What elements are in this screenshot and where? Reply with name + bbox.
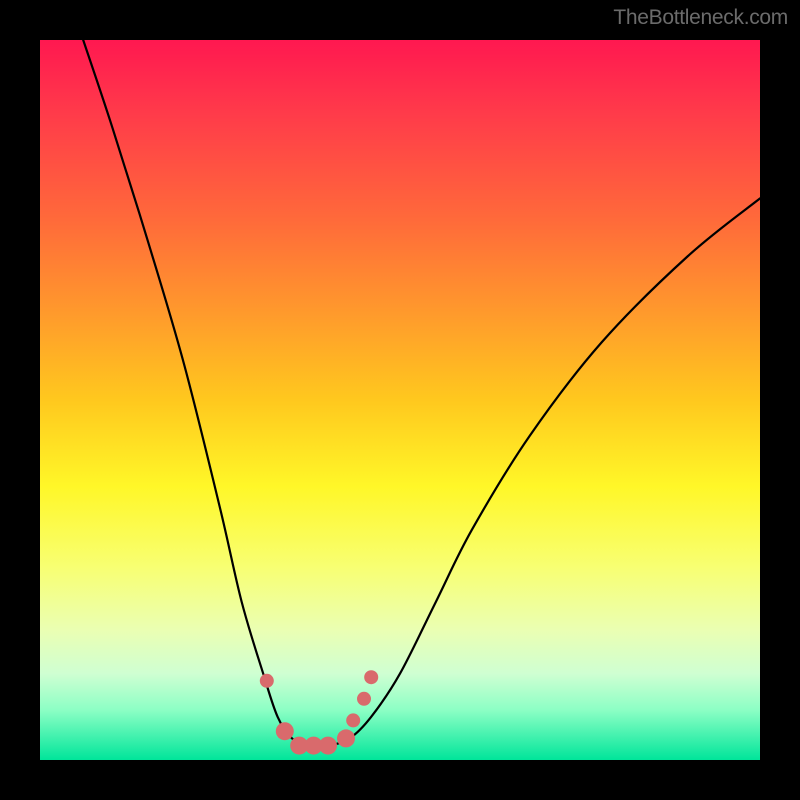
highlight-marker (364, 670, 378, 684)
chart-frame: TheBottleneck.com (0, 0, 800, 800)
bottleneck-curve (83, 40, 760, 747)
chart-plot-layer (40, 40, 760, 760)
highlight-marker (260, 674, 274, 688)
watermark-text: TheBottleneck.com (613, 6, 788, 30)
highlight-marker (337, 729, 355, 747)
highlight-marker (357, 692, 371, 706)
highlight-marker (346, 713, 360, 727)
highlight-marker (319, 737, 337, 755)
highlight-marker (276, 722, 294, 740)
highlight-markers (260, 670, 378, 754)
